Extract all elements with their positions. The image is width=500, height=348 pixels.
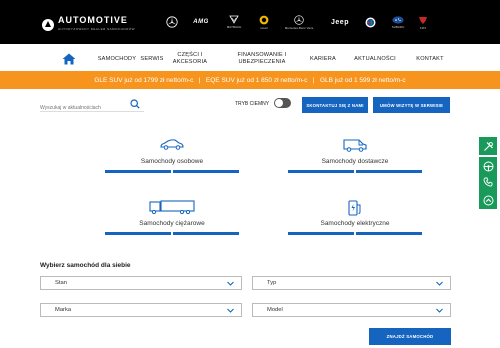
brand-bar: AUTOMOTIVE AUTORYZOWANY DEALER SAMOCHODÓ… xyxy=(0,0,500,44)
car-icon xyxy=(160,139,184,150)
van-icon xyxy=(343,139,367,152)
logo-subtitle: AUTORYZOWANY DEALER SAMOCHODÓW xyxy=(58,27,135,31)
category-vans[interactable]: Samochody dostawcze xyxy=(288,137,422,195)
tools-icon xyxy=(483,141,493,151)
brand-mercedes-vans[interactable]: Mercedes-Benz Vans xyxy=(284,12,314,32)
brand-amg-label: AMG xyxy=(193,19,209,25)
find-car-button[interactable]: ZNAJDŹ SAMOCHÓD xyxy=(369,328,451,345)
nav-item-finansowanie[interactable]: FINANSOWANIE I UBEZPIECZENIA xyxy=(232,44,292,74)
make-select-value: Marka xyxy=(55,307,72,313)
brand-jeep[interactable]: Jeep xyxy=(328,12,352,32)
promo-bar: GLE SUV już od 1799 zł netto/m-c | EQE S… xyxy=(0,71,500,89)
category-electric[interactable]: Samochody elektryczne xyxy=(288,199,422,257)
type-select[interactable]: Typ xyxy=(252,276,451,290)
side-phone-button[interactable] xyxy=(479,173,497,191)
main-nav: SAMOCHODY SERWIS CZĘŚCI I AKCESORIA FINA… xyxy=(0,44,500,74)
nav-item-serwis[interactable]: SERWIS xyxy=(132,44,172,74)
condition-select-value: Stan xyxy=(55,280,67,286)
chevron-down-icon xyxy=(436,308,443,313)
brand-maybach[interactable]: MAYBACH xyxy=(226,12,242,32)
model-select-value: Model xyxy=(267,307,283,313)
news-search-input[interactable] xyxy=(40,101,128,115)
brand-subaru-label: SUBARU xyxy=(391,24,405,29)
toggle-knob xyxy=(275,99,283,107)
category-passenger-cars[interactable]: Samochody osobowe xyxy=(105,137,239,195)
ev-charger-icon xyxy=(348,200,361,216)
logo-text: AUTOMOTIVE xyxy=(58,15,128,25)
nav-item-aktualnosci[interactable]: AKTUALNOŚCI xyxy=(350,44,400,74)
nav-item-kariera[interactable]: KARIERA xyxy=(305,44,341,74)
category-label: Samochody elektryczne xyxy=(320,220,390,227)
brand-fiat-professional[interactable]: FIAT xyxy=(414,12,432,32)
fiat-professional-icon xyxy=(419,16,427,24)
chevron-down-icon xyxy=(227,308,234,313)
nav-item-kontakt[interactable]: KONTAKT xyxy=(408,44,452,74)
mercedes-star-icon xyxy=(166,16,178,28)
make-select[interactable]: Marka xyxy=(40,303,242,317)
phone-icon xyxy=(483,177,493,187)
truck-icon xyxy=(149,200,195,215)
chevron-down-icon xyxy=(227,281,234,286)
brand-subaru[interactable]: SUBARU xyxy=(388,12,408,32)
maybach-icon xyxy=(229,15,239,24)
category-label: Samochody osobowe xyxy=(140,158,204,165)
steering-wheel-icon xyxy=(483,161,493,171)
brand-smart-label: smart xyxy=(260,25,268,30)
category-underline xyxy=(288,170,422,173)
brand-fiat-label: FIAT xyxy=(419,25,427,30)
search-icon[interactable] xyxy=(130,99,140,109)
subaru-icon xyxy=(392,15,404,24)
dark-mode-toggle[interactable] xyxy=(274,98,291,108)
dark-mode-label: TRYB CIEMNY xyxy=(235,101,270,107)
brand-maybach-label: MAYBACH xyxy=(226,25,242,29)
brand-amg[interactable]: AMG xyxy=(186,12,216,32)
category-underline xyxy=(288,232,422,235)
home-icon[interactable] xyxy=(62,53,76,65)
brand-jeep-label: Jeep xyxy=(331,18,349,26)
category-underline xyxy=(105,170,239,173)
promo-eqe[interactable]: EQE SUV już od 1 850 zł netto/m-c xyxy=(206,77,308,84)
site-logo[interactable]: AUTOMOTIVE AUTORYZOWANY DEALER SAMOCHODÓ… xyxy=(42,16,135,33)
brand-vans-label: Mercedes-Benz Vans xyxy=(284,25,314,30)
brand-mercedes-benz[interactable] xyxy=(164,12,180,32)
side-scroll-up-button[interactable] xyxy=(479,191,497,209)
mercedes-vans-icon xyxy=(294,14,304,25)
contact-button[interactable]: SKONTAKTUJ SIĘ Z NAMI xyxy=(302,97,368,113)
alfa-romeo-icon xyxy=(365,17,375,27)
book-service-button[interactable]: UMÓW WIZYTĘ W SERWISIE xyxy=(373,97,450,113)
condition-select[interactable]: Stan xyxy=(40,276,242,290)
car-selector-title: Wybierz samochód dla siebie xyxy=(40,262,131,269)
category-trucks[interactable]: Samochody ciężarowe xyxy=(105,199,239,257)
category-label: Samochody ciężarowe xyxy=(139,220,205,227)
brand-smart[interactable]: smart xyxy=(256,12,272,32)
category-underline xyxy=(105,232,239,235)
scroll-up-icon xyxy=(483,195,493,205)
side-service-button[interactable] xyxy=(479,137,497,155)
promo-glb[interactable]: GLB już od 1 599 zł netto/m-c xyxy=(320,77,406,84)
logo-mark-icon xyxy=(42,18,54,31)
type-select-value: Typ xyxy=(267,280,277,286)
chevron-down-icon xyxy=(436,281,443,286)
model-select[interactable]: Model xyxy=(252,303,451,317)
smart-icon xyxy=(259,15,269,24)
promo-gle[interactable]: GLE SUV już od 1799 zł netto/m-c xyxy=(94,77,193,84)
brand-alfa-romeo[interactable] xyxy=(362,12,378,32)
nav-item-czesci[interactable]: CZĘŚCI I AKCESORIA xyxy=(170,44,210,74)
news-search xyxy=(40,96,144,115)
category-label: Samochody dostawcze xyxy=(321,158,389,165)
